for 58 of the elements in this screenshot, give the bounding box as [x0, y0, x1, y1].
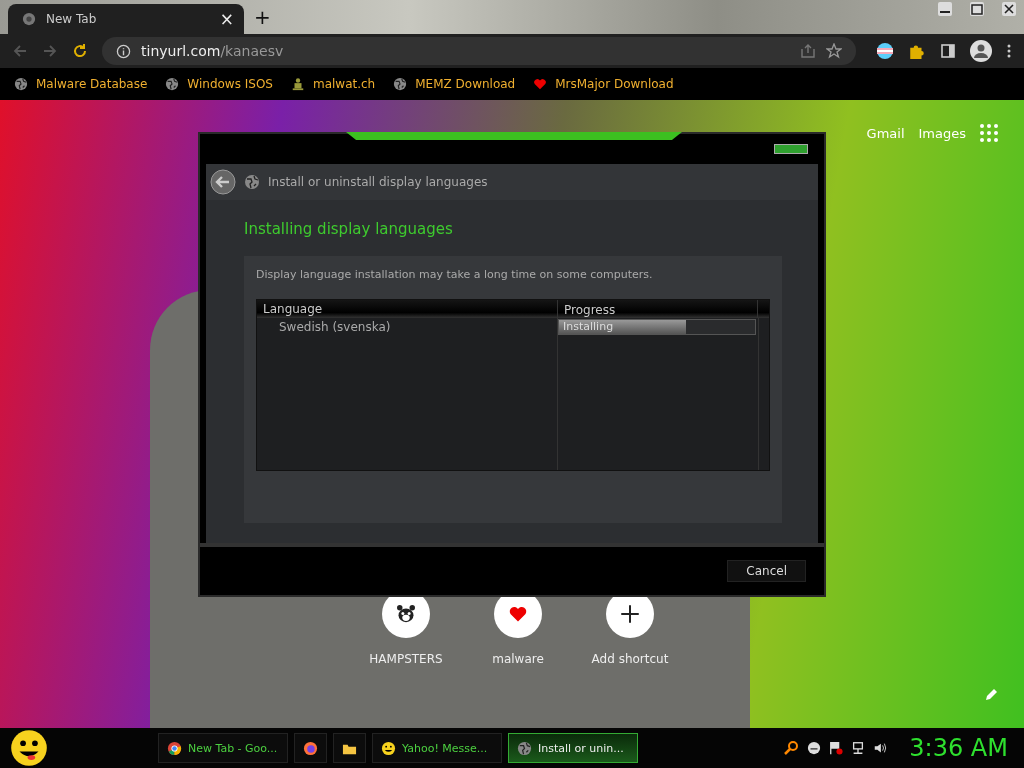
- table-cell-text: Swedish (svenska): [278, 319, 392, 336]
- bookmark-link[interactable]: MEMZ Download: [393, 77, 516, 91]
- reload-icon[interactable]: [72, 43, 88, 59]
- menu-icon[interactable]: [1006, 43, 1012, 59]
- globe-icon: [517, 740, 532, 756]
- column-header[interactable]: Progress: [557, 300, 757, 318]
- url-text: tinyurl.com/kanaesv: [141, 43, 284, 59]
- close-tab-button[interactable]: ×: [219, 9, 234, 29]
- fox-globe-icon: [303, 740, 318, 756]
- network-icon[interactable]: [851, 741, 866, 755]
- animal-face-icon: [396, 604, 416, 624]
- sidebar-icon[interactable]: [940, 43, 956, 59]
- face-icon[interactable]: [807, 741, 822, 755]
- taskbar-button[interactable]: Yahoo! Messe...: [372, 733, 502, 763]
- info-text: Display language installation may take a long time on some computers.: [256, 268, 654, 281]
- heart-icon: [508, 604, 528, 624]
- globe-icon: [165, 77, 180, 91]
- taskbar-button[interactable]: [333, 733, 366, 763]
- browser-tab[interactable]: New Tab ×: [8, 4, 244, 34]
- chrome-icon: [167, 740, 182, 756]
- taskbar-button[interactable]: Install or unin...: [508, 733, 638, 763]
- close-icon[interactable]: [1002, 2, 1016, 16]
- bookmark-link[interactable]: malwat.ch: [290, 77, 376, 91]
- column-header: [757, 300, 769, 318]
- heart-icon: [533, 77, 548, 91]
- info-icon: [116, 43, 131, 59]
- minimize-icon[interactable]: [938, 2, 952, 16]
- bookmark-link[interactable]: Windows ISOS: [165, 77, 273, 91]
- avatar-icon[interactable]: [970, 40, 992, 62]
- breadcrumb-text: Install or uninstall display languages: [268, 175, 488, 189]
- column-header[interactable]: Language: [257, 300, 557, 318]
- figure-icon: [290, 77, 305, 91]
- search-icon[interactable]: [783, 740, 800, 756]
- clock-text[interactable]: 3:36 AM: [909, 734, 1008, 762]
- flag-icon[interactable]: [829, 741, 844, 755]
- progress-status: Installing: [563, 320, 614, 334]
- taskbar-button[interactable]: [294, 733, 327, 763]
- flag-icon[interactable]: [876, 42, 894, 60]
- smiley-icon: [381, 740, 396, 756]
- cancel-button[interactable]: Cancel: [727, 560, 806, 582]
- globe-icon: [14, 77, 28, 91]
- speaker-icon[interactable]: [873, 741, 888, 755]
- bookmark-link[interactable]: MrsMajor Download: [533, 77, 674, 91]
- plus-icon: [620, 604, 640, 624]
- maximize-icon[interactable]: [970, 2, 984, 16]
- back-button-icon[interactable]: [210, 169, 236, 195]
- globe-icon: [393, 77, 408, 91]
- tab-title: New Tab: [46, 12, 98, 26]
- share-icon[interactable]: [800, 43, 816, 59]
- globe-icon: [244, 174, 260, 190]
- dialog-heading: Installing display languages: [244, 220, 454, 238]
- smiley-start-icon[interactable]: [10, 729, 48, 767]
- address-bar[interactable]: tinyurl.com/kanaesv: [102, 37, 856, 65]
- new-tab-button[interactable]: +: [254, 5, 271, 29]
- star-icon[interactable]: [826, 43, 842, 59]
- bookmark-link[interactable]: Malware Database: [14, 77, 148, 91]
- taskbar-button[interactable]: New Tab - Goo...: [158, 733, 288, 763]
- tab-favicon-icon: [22, 12, 36, 26]
